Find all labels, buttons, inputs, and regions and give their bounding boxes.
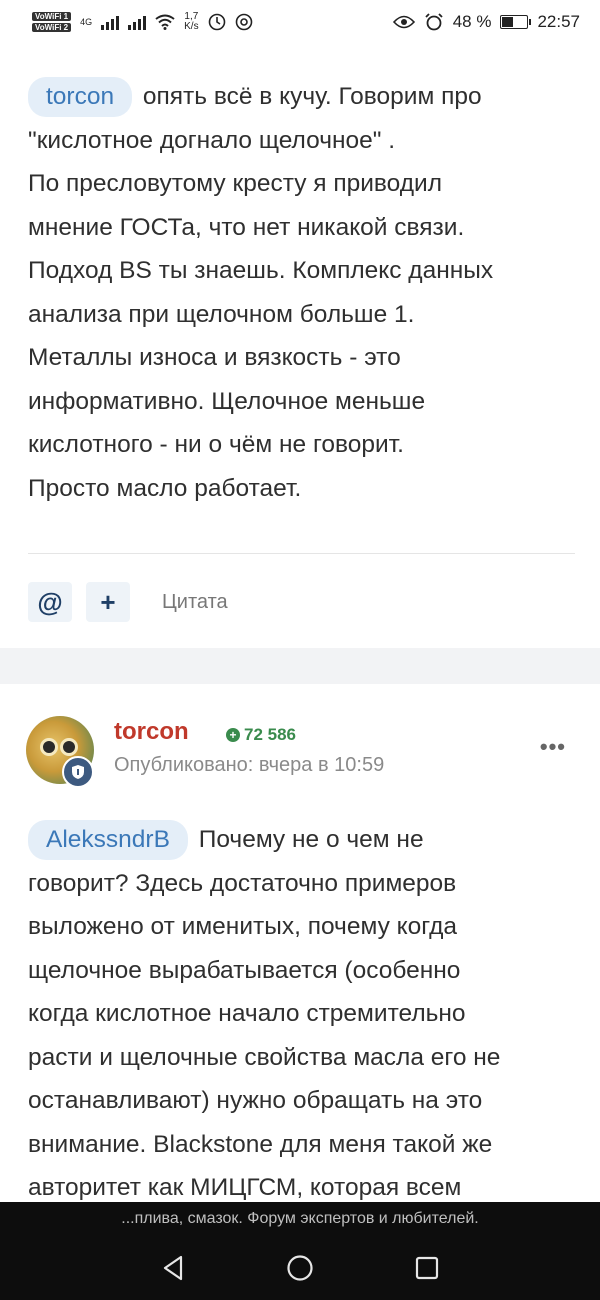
post2-first-line: AlekssndrB Почему не о чем не (28, 818, 573, 862)
speed-unit: K/s (184, 21, 199, 32)
sim2-label: VoWiFi 2 (32, 23, 72, 32)
mention-chip-alekssndrb[interactable]: AlekssndrB (28, 820, 188, 860)
alarm-icon (425, 13, 443, 31)
author-name[interactable]: torcon (114, 718, 189, 746)
reputation-badge: +72 586 (226, 725, 296, 745)
shield-badge-icon (62, 756, 94, 788)
post1-line: мнение ГОСТа, что нет никакой связи. (28, 213, 465, 241)
status-right: 48 % 22:57 (392, 12, 580, 32)
at-icon: @ (37, 586, 63, 617)
post1-line: анализа при щелочном больше 1. (28, 300, 415, 328)
network-type: 4G (80, 16, 93, 27)
at-sign-icon (235, 13, 252, 31)
system-nav (0, 1250, 600, 1286)
avatar[interactable] (26, 716, 94, 788)
status-left: VoWiFi 1 VoWiFi 2 4G 1,7 K/s (32, 12, 253, 32)
eye-icon (392, 15, 415, 29)
plus-icon: + (100, 586, 116, 617)
signal-icon (101, 14, 120, 30)
wifi-icon (155, 14, 175, 30)
shield-icon (72, 765, 84, 779)
post2-line: когда кислотное начало стремительно (28, 1000, 466, 1027)
post2-line: расти и щелочные свойства масла его не (28, 1043, 501, 1071)
recents-button[interactable] (409, 1250, 445, 1286)
post-body-2: AlekssndrB Почему не о чем не говорит? З… (28, 818, 573, 1210)
post-actions: @ + Цитата (28, 582, 228, 622)
post1-line: Просто масло работает. (28, 474, 302, 502)
signal2-icon (128, 14, 147, 30)
bottom-bar: ...плива, смазок. Форум экспертов и люби… (0, 1202, 600, 1300)
clock-icon (208, 13, 225, 31)
avatar-eye-right (60, 738, 78, 756)
mention-chip-torcon[interactable]: torcon (28, 77, 133, 117)
more-options-icon[interactable]: ••• (540, 734, 566, 760)
post-author-header: torcon +72 586 Опубликовано: вчера в 10:… (26, 712, 574, 792)
post-separator (0, 648, 600, 684)
home-button[interactable] (282, 1250, 318, 1286)
recents-square-icon (415, 1256, 438, 1280)
post1-line: По пресловутому кресту я приводил (28, 170, 443, 197)
sim1-label: VoWiFi 1 (32, 12, 72, 21)
quote-button[interactable]: Цитата (162, 591, 228, 614)
battery-percent: 48 % (452, 12, 492, 31)
url-bar[interactable]: ...плива, смазок. Форум экспертов и люби… (0, 1210, 600, 1228)
post2-line: говорит? Здесь достаточно примеров (28, 869, 457, 897)
post1-line: Подход BS ты знаешь. Комплекс данных (28, 257, 494, 284)
sim-indicators: VoWiFi 1 VoWiFi 2 (32, 12, 72, 32)
net-speed: 1,7 K/s (184, 12, 198, 32)
post1-line: информативно. Щелочное меньше (28, 387, 426, 415)
plus-circle-icon: + (226, 728, 240, 742)
post2-line: останавливают) нужно обращать на это (28, 1087, 483, 1114)
post2-line-0: Почему не о чем не (191, 826, 424, 853)
post2-line: щелочное вырабатывается (особенно (28, 956, 461, 984)
battery-icon (500, 15, 532, 29)
reputation-value: 72 586 (244, 725, 296, 744)
post1-line: Металлы износа и вязкость - это (28, 344, 401, 371)
mention-button[interactable]: @ (28, 582, 72, 622)
back-button[interactable] (155, 1250, 191, 1286)
post1-line: кислотного - ни о чём не говорит. (28, 431, 404, 458)
battery-fill (502, 17, 514, 27)
status-bar: VoWiFi 1 VoWiFi 2 4G 1,7 K/s 48 % 22:57 (0, 0, 600, 44)
back-triangle-icon (164, 1255, 183, 1281)
clock-time: 22:57 (537, 12, 580, 31)
post-body-1: torcon опять всё в кучу. Говорим про "ки… (28, 75, 573, 510)
published-date: Опубликовано: вчера в 10:59 (114, 754, 385, 776)
post1-line-0: опять всё в кучу. Говорим про (136, 83, 482, 110)
post2-line: выложено от именитых, почему когда (28, 913, 458, 940)
post1-line: "кислотное догнало щелочное" . (28, 126, 396, 154)
post-divider (28, 553, 575, 554)
multiquote-button[interactable]: + (86, 582, 130, 622)
avatar-eye-left (40, 738, 58, 756)
post1-first-line: torcon опять всё в кучу. Говорим про (28, 75, 573, 119)
home-circle-icon (287, 1255, 313, 1281)
post2-line: внимание. Blackstone для меня такой же (28, 1130, 493, 1158)
